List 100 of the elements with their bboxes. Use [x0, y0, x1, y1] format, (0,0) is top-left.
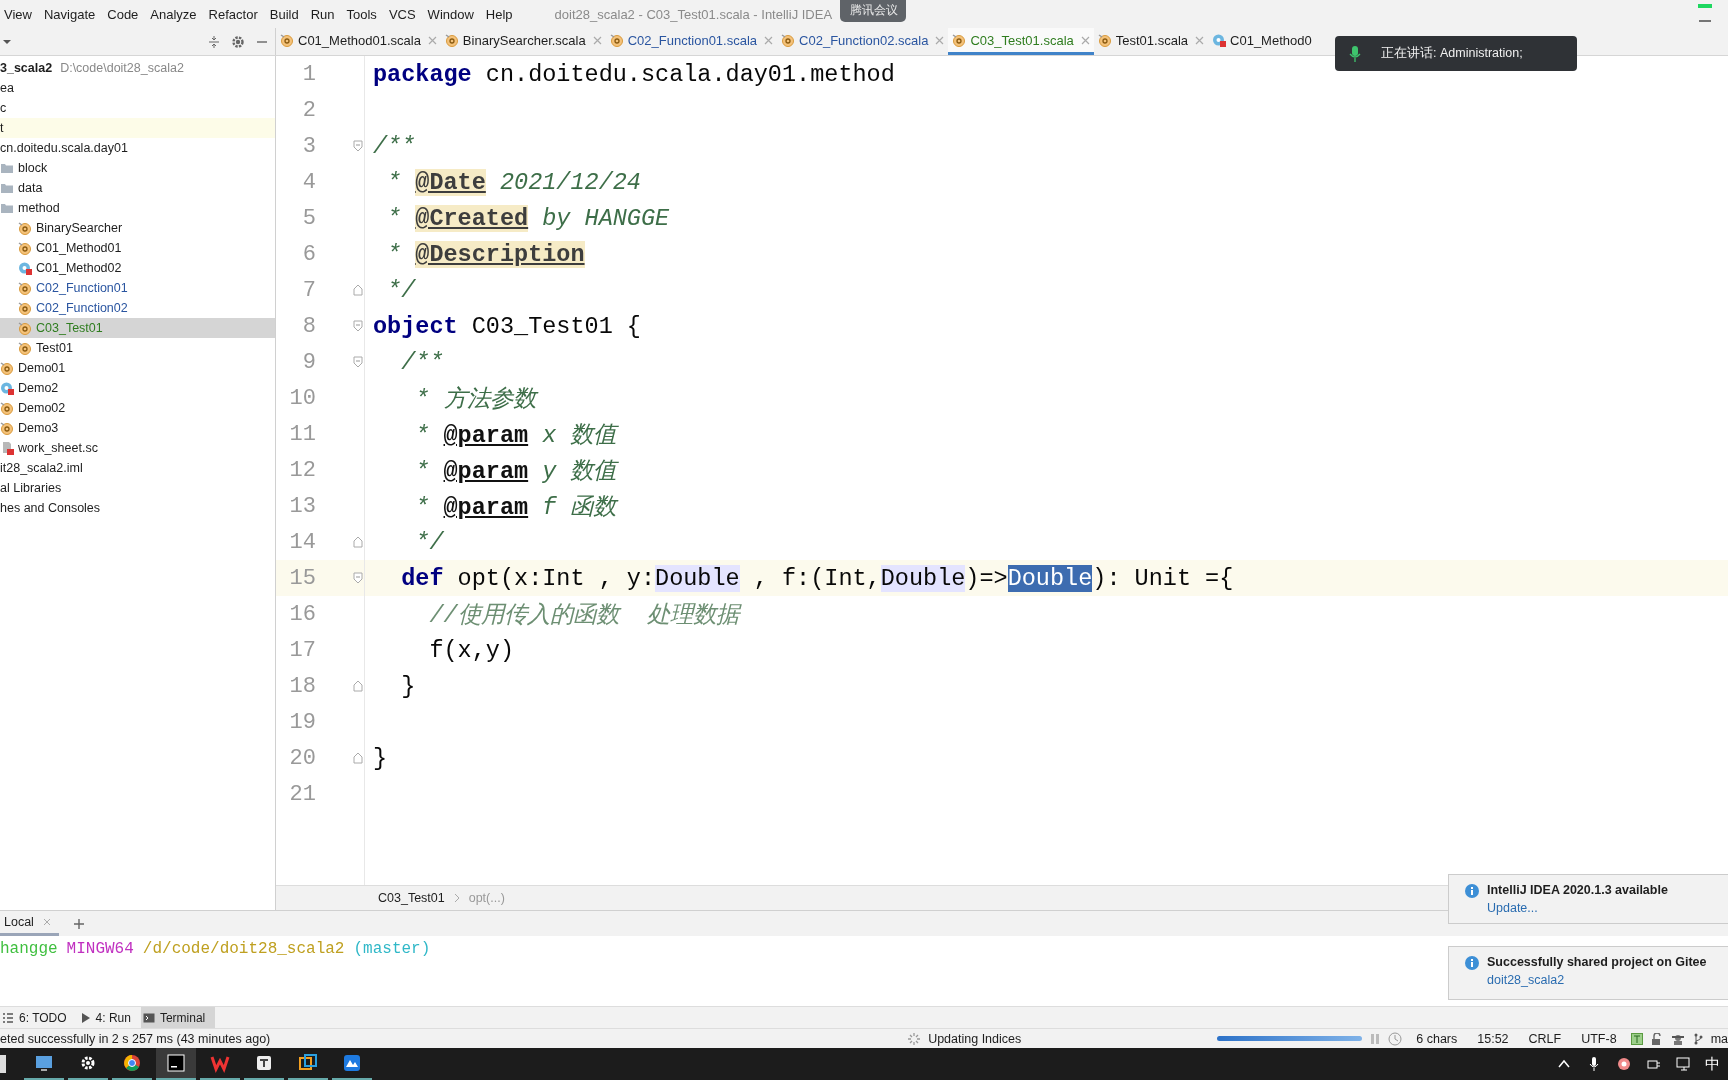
menu-item[interactable]: Run: [310, 6, 335, 22]
code-line: object C03_Test01 {: [373, 312, 641, 340]
tree-item[interactable]: Demo3: [0, 418, 275, 438]
line-number: 1: [301, 61, 316, 87]
tree-item[interactable]: Demo01: [0, 358, 275, 378]
input-method-indicator[interactable]: 中: [1705, 1054, 1720, 1074]
file-tab[interactable]: BinarySearcher.scala: [440, 28, 606, 55]
file-tab[interactable]: Test01.scala: [1093, 28, 1209, 55]
tree-item[interactable]: al Libraries: [0, 478, 275, 498]
fold-icon[interactable]: [352, 320, 364, 332]
object-icon: [1097, 33, 1112, 47]
browser-icon[interactable]: [122, 1053, 142, 1073]
line-number: 13: [288, 493, 316, 519]
line-number: 7: [301, 277, 316, 303]
close-icon[interactable]: [764, 35, 774, 45]
file-tab[interactable]: C01_Method01.scala: [276, 28, 441, 55]
monitor-icon[interactable]: [34, 1053, 54, 1073]
menu-item[interactable]: Navigate: [43, 6, 96, 22]
fold-icon[interactable]: [352, 680, 364, 692]
add-icon[interactable]: [72, 917, 85, 930]
tree-item[interactable]: C02_Function01: [0, 278, 275, 298]
close-icon[interactable]: [1195, 35, 1205, 45]
tree-item[interactable]: hes and Consoles: [0, 498, 275, 518]
tree-item[interactable]: C03_Test01: [0, 318, 275, 338]
git-branch[interactable]: ma: [1710, 1031, 1728, 1046]
lock-icon[interactable]: [1650, 1032, 1663, 1045]
clock-icon[interactable]: [1388, 1031, 1403, 1046]
tree-item[interactable]: Demo02: [0, 398, 275, 418]
tool-window-button[interactable]: Terminal: [140, 1007, 216, 1028]
line-number: 10: [288, 385, 316, 411]
object-icon: [18, 241, 32, 255]
dropdown-icon[interactable]: [2, 37, 12, 46]
fold-icon[interactable]: [352, 140, 364, 152]
caret-position[interactable]: 15:52: [1477, 1031, 1509, 1046]
close-icon[interactable]: [935, 35, 945, 45]
notes-icon[interactable]: [254, 1053, 274, 1073]
tree-item[interactable]: C02_Function02: [0, 298, 275, 318]
object-icon: [0, 361, 14, 375]
menu-item[interactable]: Help: [485, 6, 513, 22]
tree-item[interactable]: c: [0, 98, 275, 118]
notification-link[interactable]: Update...: [1487, 901, 1538, 915]
line-ending[interactable]: CRLF: [1528, 1031, 1562, 1046]
tree-item[interactable]: BinarySearcher: [0, 218, 275, 238]
tree-item[interactable]: data: [0, 178, 275, 198]
tree-item[interactable]: Demo2: [0, 378, 275, 398]
tool-window-button[interactable]: 6: TODO: [0, 1007, 77, 1028]
breadcrumb-item[interactable]: C03_Test01: [378, 891, 445, 905]
close-icon[interactable]: [1080, 35, 1090, 45]
tree-item[interactable]: 3_scala2 D:\code\doit28_scala2: [0, 58, 275, 78]
tool-window-button[interactable]: 4: Run: [76, 1007, 141, 1028]
fold-icon[interactable]: [352, 536, 364, 548]
notification-link[interactable]: doit28_scala2: [1487, 973, 1565, 987]
line-number: 6: [301, 241, 316, 267]
encoding[interactable]: UTF-8: [1581, 1031, 1617, 1046]
line-number: 2: [301, 97, 316, 123]
menu-item[interactable]: Window: [427, 6, 474, 22]
menu-item[interactable]: Refactor: [208, 6, 258, 22]
menu-item[interactable]: View: [4, 6, 32, 22]
menu-item[interactable]: Code: [107, 6, 139, 22]
line-number: 5: [301, 205, 316, 231]
code-line: * @param y 数值: [414, 457, 617, 486]
line-number: 9: [301, 349, 316, 375]
file-tab[interactable]: C02_Function02.scala: [777, 28, 949, 55]
tree-item[interactable]: block: [0, 158, 275, 178]
object-icon: [18, 341, 32, 355]
tree-item[interactable]: C01_Method01: [0, 238, 275, 258]
tree-item[interactable]: cn.doitedu.scala.day01: [0, 138, 275, 158]
tree-item[interactable]: ea: [0, 78, 275, 98]
collapse-icon[interactable]: [207, 34, 221, 49]
branch-icon[interactable]: [1692, 1032, 1703, 1045]
close-icon[interactable]: [42, 918, 51, 926]
selection-count[interactable]: 6 chars: [1416, 1031, 1458, 1046]
menu-item[interactable]: Build: [269, 6, 299, 22]
tree-item[interactable]: Test01: [0, 338, 275, 358]
object-icon: [952, 33, 967, 47]
fold-icon[interactable]: [352, 284, 364, 296]
close-icon[interactable]: [427, 35, 437, 45]
object-icon: [18, 221, 32, 235]
code-line: /**: [400, 348, 444, 376]
tree-item[interactable]: work_sheet.sc: [0, 438, 275, 458]
menu-item[interactable]: Tools: [346, 6, 377, 22]
menu-item[interactable]: Analyze: [150, 6, 197, 22]
fold-icon[interactable]: [352, 572, 364, 584]
tree-item[interactable]: t: [0, 118, 275, 138]
close-icon[interactable]: [592, 35, 602, 45]
line-number: 12: [288, 457, 316, 483]
menu-item[interactable]: VCS: [388, 6, 416, 22]
file-tab[interactable]: C02_Function01.scala: [605, 28, 778, 55]
line-number: 17: [288, 637, 316, 663]
tree-item[interactable]: C01_Method02: [0, 258, 275, 278]
minimize-icon[interactable]: [1698, 4, 1712, 24]
tree-item[interactable]: it28_scala2.iml: [0, 458, 275, 478]
file-tab[interactable]: C03_Test01.scala: [948, 28, 1094, 55]
line-number: 4: [301, 169, 316, 195]
tree-item[interactable]: method: [0, 198, 275, 218]
fold-icon[interactable]: [352, 752, 364, 764]
code-line: * @Created by HANGGE: [386, 204, 670, 232]
code-line: package cn.doitedu.scala.day01.method: [373, 60, 895, 88]
fold-icon[interactable]: [352, 356, 364, 368]
file-tab[interactable]: C01_Method0: [1208, 28, 1316, 55]
